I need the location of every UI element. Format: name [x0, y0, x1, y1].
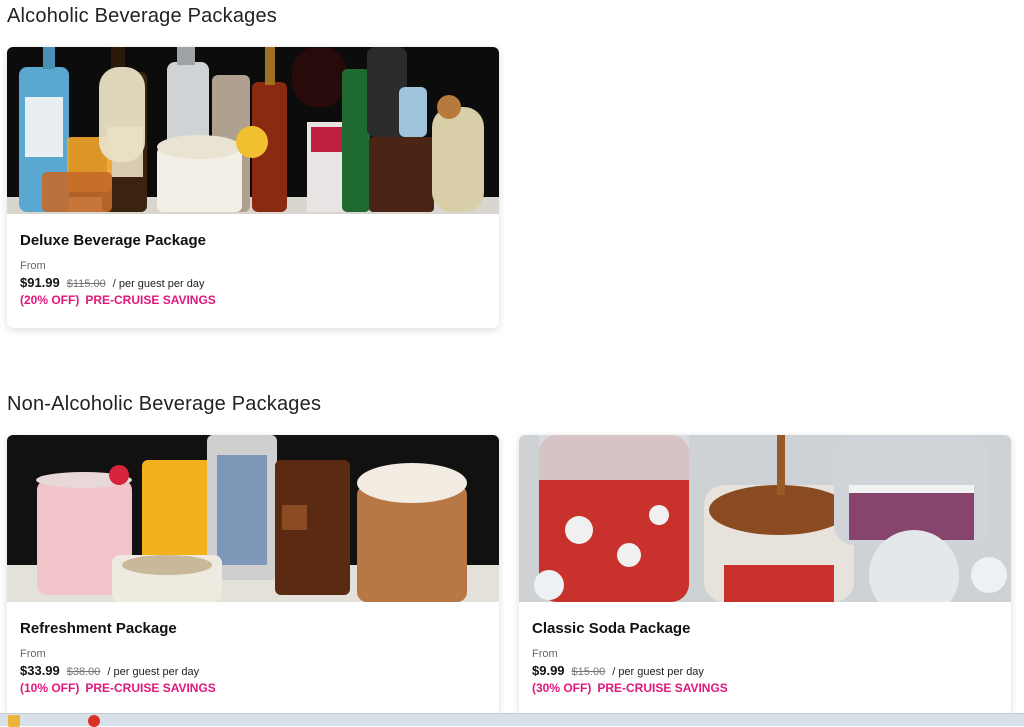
taskbar: [0, 713, 1024, 727]
original-price: $15.00: [571, 666, 606, 678]
deluxe-package-card[interactable]: Deluxe Beverage Package From $91.99 $115…: [7, 47, 499, 328]
price-row: $9.99 $15.00 / per guest per day: [532, 663, 999, 678]
from-label: From: [20, 648, 46, 660]
price-row: $33.99 $38.00 / per guest per day: [20, 663, 487, 678]
refreshment-package-image: [7, 435, 499, 602]
original-price: $38.00: [66, 666, 101, 678]
sale-price: $9.99: [532, 663, 565, 678]
savings-label: PRE-CRUISE SAVINGS: [597, 681, 728, 695]
browser-icon[interactable]: [88, 715, 100, 727]
from-label: From: [532, 648, 558, 660]
savings-row: (30% OFF) PRE-CRUISE SAVINGS: [532, 681, 999, 695]
savings-label: PRE-CRUISE SAVINGS: [85, 681, 216, 695]
deluxe-package-image: [7, 47, 499, 214]
original-price: $115.00: [66, 278, 106, 290]
alcoholic-section-title: Alcoholic Beverage Packages: [7, 5, 277, 27]
package-name: Deluxe Beverage Package: [20, 232, 206, 249]
package-name: Refreshment Package: [20, 620, 177, 637]
per-guest-label: / per guest per day: [112, 278, 205, 290]
savings-row: (20% OFF) PRE-CRUISE SAVINGS: [20, 293, 487, 307]
discount-label: (30% OFF): [532, 681, 592, 695]
refreshment-package-card[interactable]: Refreshment Package From $33.99 $38.00 /…: [7, 435, 499, 716]
sale-price: $91.99: [20, 275, 60, 290]
per-guest-label: / per guest per day: [612, 666, 704, 678]
folder-icon[interactable]: [8, 715, 20, 727]
non-alcoholic-section-title: Non-Alcoholic Beverage Packages: [7, 393, 322, 415]
price-row: $91.99 $115.00 / per guest per day: [20, 275, 487, 290]
savings-row: (10% OFF) PRE-CRUISE SAVINGS: [20, 681, 487, 695]
from-label: From: [20, 260, 46, 272]
package-name: Classic Soda Package: [532, 620, 691, 637]
classic-soda-package-image: [519, 435, 1011, 602]
savings-label: PRE-CRUISE SAVINGS: [85, 293, 216, 307]
sale-price: $33.99: [20, 663, 60, 678]
classic-soda-package-card[interactable]: Classic Soda Package From $9.99 $15.00 /…: [519, 435, 1011, 716]
discount-label: (10% OFF): [20, 681, 80, 695]
per-guest-label: / per guest per day: [107, 666, 200, 678]
discount-label: (20% OFF): [20, 293, 80, 307]
